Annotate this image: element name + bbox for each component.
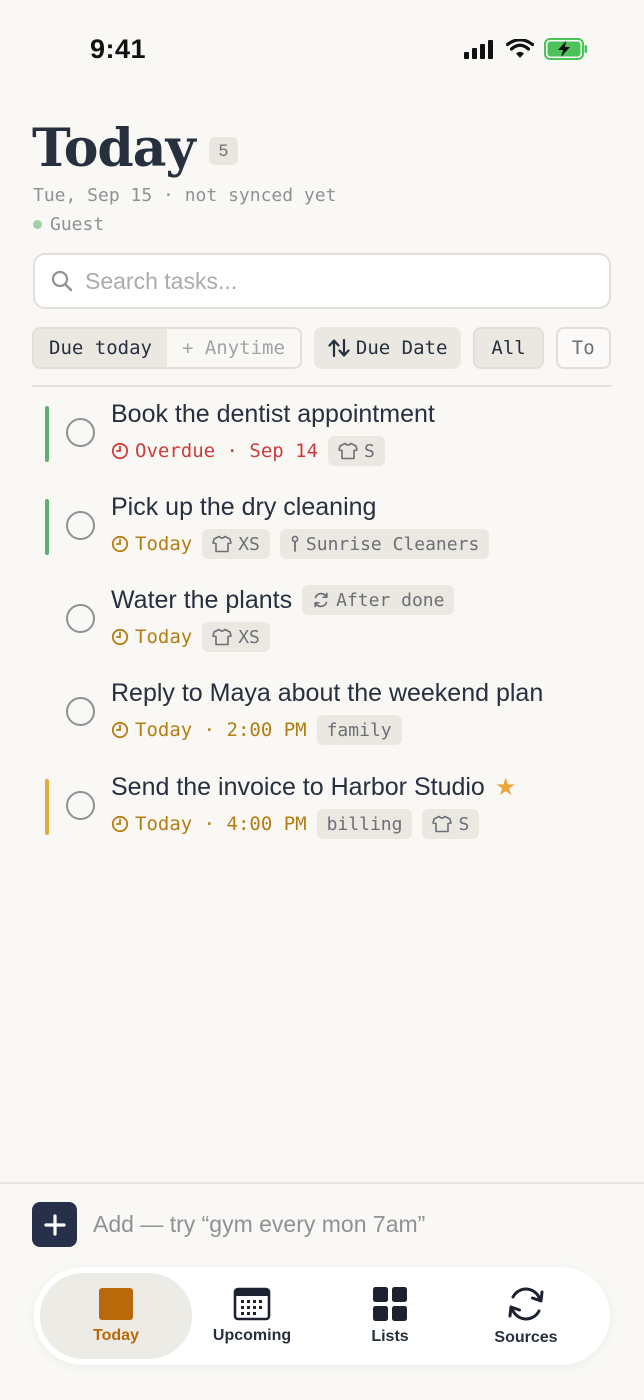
task-title: Send the invoice to Harbor Studio	[111, 772, 485, 801]
task-due-text: Overdue · Sep 14	[135, 440, 319, 462]
task-due: Today	[111, 533, 192, 555]
wifi-icon	[506, 39, 534, 58]
shirt-icon	[432, 815, 453, 833]
task-title: Pick up the dry cleaning	[111, 492, 377, 521]
location-pin-icon	[291, 535, 299, 552]
task-checkbox[interactable]	[66, 604, 95, 633]
repeat-tag-label: After done	[336, 589, 445, 611]
task-row[interactable]: Send the invoice to Harbor Studio ★ Toda…	[0, 771, 644, 859]
title-row: Today 5	[32, 118, 239, 179]
plus-icon	[43, 1213, 66, 1236]
quick-add-row	[32, 1202, 563, 1247]
task-due: Overdue · Sep 14	[111, 440, 318, 462]
status-icons	[464, 38, 588, 60]
task-row[interactable]: Reply to Maya about the weekend plan Tod…	[0, 677, 644, 765]
filter-bar: Due today + Anytime Due Date All To	[32, 327, 612, 369]
priority-bar	[45, 499, 49, 555]
task-due-text: Today	[135, 626, 193, 648]
filter-due-today[interactable]: Due today	[34, 329, 167, 367]
task-title: Book the dentist appointment	[111, 399, 435, 428]
priority-bar	[45, 779, 49, 835]
signal-icon	[464, 40, 493, 59]
size-tag: S	[328, 436, 385, 466]
user-row: Guest	[33, 214, 104, 235]
task-due: Today	[111, 626, 192, 648]
priority-bar	[45, 406, 49, 462]
tab-sources[interactable]: Sources	[458, 1273, 594, 1359]
size-tag-label: S	[364, 440, 375, 462]
tab-sources-label: Sources	[494, 1329, 558, 1346]
task-row[interactable]: Pick up the dry cleaning Today XS Sunris…	[0, 491, 644, 579]
star-icon[interactable]: ★	[495, 773, 517, 802]
clock-icon	[111, 721, 129, 739]
task-due: Today · 2:00 PM	[111, 719, 307, 741]
today-square-icon	[99, 1288, 133, 1320]
task-count-badge: 5	[208, 136, 239, 165]
repeat-tag: After done	[302, 585, 455, 615]
task-due-text: Today	[135, 533, 193, 555]
tab-lists-label: Lists	[371, 1328, 409, 1345]
tab-upcoming[interactable]: Upcoming	[184, 1273, 320, 1359]
label-tag: billing	[316, 809, 413, 839]
sort-button[interactable]: Due Date	[313, 327, 462, 369]
add-separator	[0, 1182, 644, 1184]
tab-bar: Today Upcoming Lists Sources	[34, 1267, 610, 1365]
filter-divider	[32, 385, 612, 387]
task-title: Reply to Maya about the weekend plan	[111, 678, 544, 707]
search-input[interactable]	[85, 267, 565, 295]
location-tag-label: Sunrise Cleaners	[305, 533, 480, 555]
sort-label: Due Date	[355, 337, 448, 359]
filter-anytime[interactable]: + Anytime	[166, 329, 300, 367]
date-sync-status: Tue, Sep 15 · not synced yet	[33, 185, 337, 206]
task-due-text: Today · 4:00 PM	[135, 813, 307, 835]
tab-lists[interactable]: Lists	[322, 1273, 458, 1359]
search-icon	[51, 270, 73, 292]
sort-arrows-icon	[328, 338, 350, 358]
clock-icon	[111, 628, 129, 646]
size-tag: XS	[202, 529, 270, 559]
status-bar: 9:41	[0, 0, 644, 100]
page-title: Today	[32, 118, 196, 179]
task-checkbox[interactable]	[66, 791, 95, 820]
filter-all[interactable]: All	[473, 327, 544, 369]
filter-next[interactable]: To	[555, 327, 611, 369]
due-segmented-control: Due today + Anytime	[32, 327, 302, 369]
shirt-icon	[338, 442, 358, 460]
task-checkbox[interactable]	[66, 511, 95, 540]
size-tag: S	[422, 809, 480, 839]
search-box[interactable]	[33, 253, 611, 309]
sync-icon	[508, 1287, 544, 1321]
add-task-button[interactable]	[32, 1202, 77, 1247]
shirt-icon	[212, 535, 233, 553]
quick-add-input[interactable]	[93, 1211, 563, 1238]
tab-upcoming-label: Upcoming	[212, 1327, 292, 1344]
location-tag: Sunrise Cleaners	[279, 529, 490, 559]
task-checkbox[interactable]	[66, 418, 95, 447]
task-checkbox[interactable]	[66, 697, 95, 726]
task-title: Water the plants	[111, 585, 293, 614]
grid-icon	[373, 1287, 407, 1321]
size-tag-label: XS	[238, 533, 260, 555]
task-due-text: Today · 2:00 PM	[135, 719, 307, 741]
label-tag: family	[316, 715, 402, 745]
size-tag: XS	[202, 622, 270, 652]
tab-today-label: Today	[93, 1327, 139, 1344]
size-tag-label: XS	[238, 626, 260, 648]
clock-icon	[111, 442, 129, 460]
clock-icon	[111, 535, 129, 553]
battery-charging-icon	[544, 38, 587, 60]
task-row[interactable]: Book the dentist appointment Overdue · S…	[0, 398, 644, 486]
status-time: 9:41	[90, 34, 147, 64]
tab-today[interactable]: Today	[40, 1273, 192, 1359]
repeat-icon	[314, 592, 328, 608]
task-due: Today · 4:00 PM	[111, 813, 307, 835]
shirt-icon	[212, 628, 233, 646]
calendar-icon	[233, 1287, 271, 1321]
user-status-dot	[33, 220, 42, 229]
task-row[interactable]: Water the plants After done Today XS	[0, 584, 644, 672]
size-tag-label: S	[458, 813, 470, 835]
clock-icon	[111, 815, 129, 833]
user-name: Guest	[50, 214, 105, 235]
